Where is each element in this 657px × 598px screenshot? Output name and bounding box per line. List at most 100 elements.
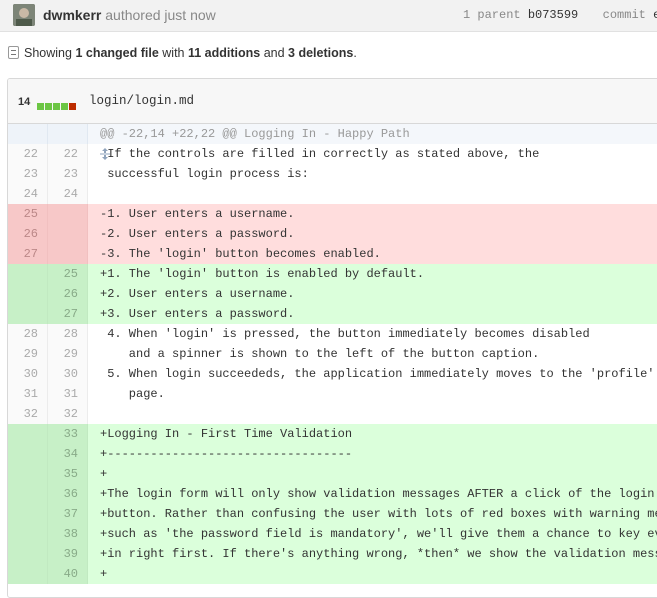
summary-with: with [158, 46, 188, 60]
new-line-number[interactable]: 24 [48, 184, 88, 204]
old-line-number[interactable] [8, 264, 48, 284]
diffstat-addition-block [61, 103, 68, 110]
old-line-number[interactable]: 25 [8, 204, 48, 224]
line-code: successful login process is: [100, 167, 309, 181]
diff-line-context: 32 32 [8, 404, 657, 424]
new-line-number[interactable] [48, 224, 88, 244]
old-line-number[interactable] [8, 524, 48, 544]
diff-line-addition: 33 +Logging In - First Time Validation [8, 424, 657, 444]
old-line-number[interactable]: 24 [8, 184, 48, 204]
new-line-number[interactable]: 39 [48, 544, 88, 564]
old-line-number[interactable]: 30 [8, 364, 48, 384]
new-line-number[interactable] [48, 244, 88, 264]
avatar[interactable] [13, 4, 35, 26]
commit-bar: dwmkerr authored just now 1 parent b0735… [0, 0, 657, 32]
new-line-number[interactable]: 38 [48, 524, 88, 544]
new-line-number[interactable]: 27 [48, 304, 88, 324]
diffstat-addition-block [53, 103, 60, 110]
new-line-number[interactable]: 25 [48, 264, 88, 284]
diff-line-context: 23 23 successful login process is: [8, 164, 657, 184]
author-action: authored just now [105, 7, 216, 23]
old-line-number[interactable]: 26 [8, 224, 48, 244]
author-link[interactable]: dwmkerr [43, 7, 101, 23]
new-line-number[interactable]: 28 [48, 324, 88, 344]
old-line-number[interactable] [8, 464, 48, 484]
old-line-number[interactable] [8, 504, 48, 524]
new-line-number[interactable]: 32 [48, 404, 88, 424]
parent-label: 1 parent [463, 8, 521, 22]
diffstat-addition-block [45, 103, 52, 110]
expand-icon[interactable] [40, 127, 110, 160]
diff-line-addition: 27 +3. User enters a password. [8, 304, 657, 324]
commit-author-line: dwmkerr authored just now [43, 7, 216, 23]
changed-files-toggle[interactable]: 1 changed file [75, 46, 158, 60]
line-code: -1. User enters a username. [100, 207, 295, 221]
old-line-number[interactable]: 28 [8, 324, 48, 344]
line-code: +---------------------------------- [100, 447, 353, 461]
diff-line-addition: 38 +such as 'the password field is mandat… [8, 524, 657, 544]
new-line-number[interactable]: 34 [48, 444, 88, 464]
new-line-number[interactable]: 31 [48, 384, 88, 404]
parent-sha-link[interactable]: b073599 [528, 8, 578, 22]
line-code: If the controls are filled in correctly … [100, 147, 540, 161]
old-line-number[interactable] [8, 284, 48, 304]
new-line-number[interactable]: 29 [48, 344, 88, 364]
new-line-number[interactable]: 36 [48, 484, 88, 504]
diff-line-addition: 39 +in right first. If there's anything w… [8, 544, 657, 564]
diff-summary: Showing 1 changed file with 11 additions… [8, 46, 357, 60]
file-diff-icon [8, 46, 19, 59]
diffstat-addition-block [37, 103, 44, 110]
old-line-number[interactable] [8, 424, 48, 444]
new-line-number[interactable]: 30 [48, 364, 88, 384]
old-line-number[interactable]: 29 [8, 344, 48, 364]
line-code: + [100, 467, 108, 481]
diff-line-addition: 34 +---------------------------------- [8, 444, 657, 464]
line-code: +2. User enters a username. [100, 287, 295, 301]
line-code: -3. The 'login' button becomes enabled. [100, 247, 381, 261]
old-line-number[interactable]: 27 [8, 244, 48, 264]
commit-sha: eb9 [653, 8, 657, 22]
line-code: +The login form will only show validatio… [100, 487, 655, 501]
old-line-number[interactable] [8, 564, 48, 584]
new-line-number[interactable] [48, 204, 88, 224]
diff-line-context: 28 28 4. When 'login' is pressed, the but… [8, 324, 657, 344]
commit-label: commit [602, 8, 646, 22]
line-code: +1. The 'login' button is enabled by def… [100, 267, 425, 281]
new-line-number[interactable]: 37 [48, 504, 88, 524]
old-line-number[interactable]: 22 [8, 144, 48, 164]
new-line-number[interactable]: 35 [48, 464, 88, 484]
deletions-count: 3 deletions [288, 46, 354, 60]
old-line-number[interactable]: 32 [8, 404, 48, 424]
old-line-number[interactable]: 31 [8, 384, 48, 404]
file-path-link[interactable]: login/login.md [89, 94, 194, 108]
old-line-number[interactable]: 23 [8, 164, 48, 184]
new-line-number[interactable]: 26 [48, 284, 88, 304]
new-line-number[interactable]: 23 [48, 164, 88, 184]
new-line-number[interactable]: 40 [48, 564, 88, 584]
old-line-number[interactable] [8, 544, 48, 564]
old-line-number[interactable] [8, 444, 48, 464]
old-line-number[interactable] [8, 484, 48, 504]
diff-line-addition: 37 +button. Rather than confusing the use… [8, 504, 657, 524]
change-count: 14 [18, 96, 31, 108]
hunk-header-text: @@ -22,14 +22,22 @@ Logging In - Happy P… [100, 127, 410, 141]
diff-line-addition: 35 + [8, 464, 657, 484]
new-line-number[interactable]: 33 [48, 424, 88, 444]
line-code: 4. When 'login' is pressed, the button i… [100, 327, 590, 341]
diffstat-blocks [37, 97, 77, 115]
line-code: and a spinner is shown to the left of th… [100, 347, 540, 361]
file-diff: 14 login/login.md @@ -22,14 +22,22 @@ Lo… [7, 78, 657, 598]
hunk-header-row: @@ -22,14 +22,22 @@ Logging In - Happy P… [8, 124, 657, 160]
line-code: +in right first. If there's anything wro… [100, 547, 657, 561]
line-code: +3. User enters a password. [100, 307, 295, 321]
new-line-number[interactable]: 22 [48, 144, 88, 164]
line-code: 5. When login succeededs, the applicatio… [100, 367, 655, 381]
line-code: + [100, 567, 108, 581]
line-code: page. [100, 387, 165, 401]
line-code: +such as 'the password field is mandator… [100, 527, 657, 541]
file-header: 14 login/login.md [8, 79, 657, 124]
line-code: -2. User enters a password. [100, 227, 295, 241]
diffstat-deletion-block [69, 103, 76, 110]
additions-count: 11 additions [187, 46, 261, 60]
old-line-number[interactable] [8, 304, 48, 324]
